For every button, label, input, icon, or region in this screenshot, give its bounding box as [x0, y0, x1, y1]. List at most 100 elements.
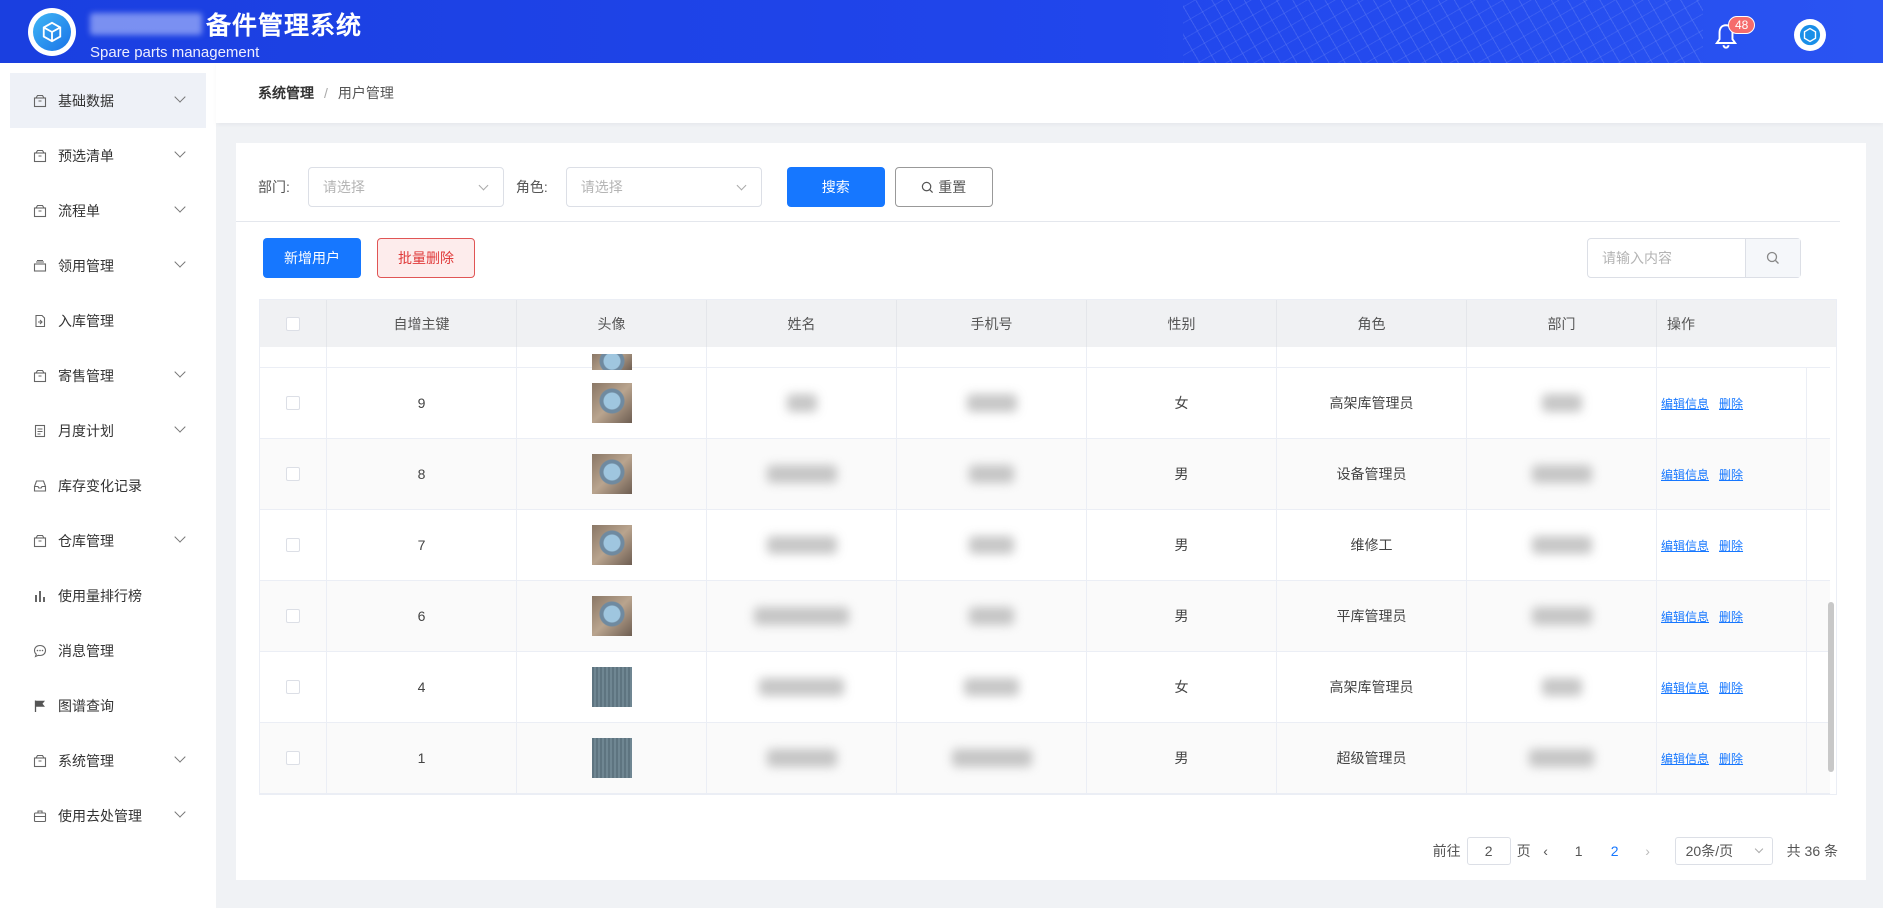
select-all-checkbox[interactable] — [286, 316, 300, 331]
delete-link[interactable]: 删除 — [1719, 466, 1743, 483]
batch-delete-label: 批量删除 — [398, 250, 454, 266]
briefcase-icon — [32, 808, 48, 824]
redacted-name — [766, 536, 837, 554]
edit-link[interactable]: 编辑信息 — [1661, 395, 1709, 412]
row-checkbox[interactable] — [286, 538, 300, 552]
edit-link[interactable]: 编辑信息 — [1661, 679, 1709, 696]
chevron-down-icon[interactable] — [174, 366, 186, 378]
row-checkbox[interactable] — [286, 680, 300, 694]
search-button[interactable]: 搜索 — [786, 167, 885, 207]
reset-button-label: 重置 — [938, 179, 967, 195]
table-search: 请输入内容 — [1587, 238, 1801, 278]
dept-cell — [1467, 652, 1657, 722]
dept-select[interactable]: 请选择 — [307, 167, 504, 207]
table-search-input[interactable]: 请输入内容 — [1588, 239, 1746, 277]
reset-button[interactable]: 重置 — [894, 167, 993, 207]
id-cell: 4 — [327, 652, 517, 722]
edit-link[interactable]: 编辑信息 — [1661, 608, 1709, 625]
sidebar: 基础数据预选清单流程单 领用管理 入库管理 寄售管理月度计划库存变化记录 仓库管理 使用量… — [0, 63, 216, 908]
chevron-down-icon[interactable] — [174, 531, 186, 543]
row-checkbox[interactable] — [286, 751, 300, 765]
box-icon — [32, 203, 48, 219]
redacted-department — [1541, 394, 1582, 412]
id-cell: 1 — [327, 723, 517, 793]
row-checkbox[interactable] — [286, 396, 300, 410]
table-header: 自增主键 头像 姓名 手机号 性别 角色 部门 操作 — [260, 300, 1836, 347]
delete-link[interactable]: 删除 — [1719, 608, 1743, 625]
batch-delete-button[interactable]: 批量删除 — [377, 238, 475, 278]
name-cell — [707, 723, 897, 793]
edit-link[interactable]: 编辑信息 — [1661, 466, 1709, 483]
chevron-down-icon[interactable] — [174, 256, 186, 268]
chevron-down-icon[interactable] — [174, 146, 186, 158]
chat-icon — [32, 643, 48, 659]
header-decoration — [1183, 0, 1703, 63]
gender-cell: 女 — [1087, 652, 1277, 722]
sidebar-item[interactable]: 库存变化记录 — [10, 458, 206, 513]
sidebar-item[interactable]: 流程单 — [10, 183, 206, 238]
row-checkbox[interactable] — [286, 467, 300, 481]
name-cell — [707, 368, 897, 438]
breadcrumb-parent[interactable]: 系统管理 — [258, 83, 314, 103]
page-size-select[interactable]: 20条/页 — [1674, 837, 1773, 865]
delete-link[interactable]: 删除 — [1719, 537, 1743, 554]
sidebar-item[interactable]: 月度计划 — [10, 403, 206, 458]
user-avatar[interactable] — [1794, 19, 1826, 51]
role-select[interactable]: 请选择 — [565, 167, 762, 207]
dept-cell — [1467, 581, 1657, 651]
user-avatar-image — [591, 383, 632, 423]
delete-link[interactable]: 删除 — [1719, 679, 1743, 696]
actions-cell: 编辑信息 删除 — [1657, 652, 1807, 722]
sidebar-item[interactable]: 使用去处管理 — [10, 788, 206, 843]
name-cell — [707, 510, 897, 580]
sidebar-item[interactable]: 预选清单 — [10, 128, 206, 183]
divider — [236, 221, 1840, 222]
redacted-department — [1531, 607, 1592, 625]
goto-page-input[interactable]: 2 — [1466, 837, 1511, 865]
chevron-down-icon[interactable] — [174, 751, 186, 763]
chevron-down-icon[interactable] — [174, 421, 186, 433]
app-title: 备件管理系统 — [206, 12, 363, 40]
sidebar-item[interactable]: 系统管理 — [10, 733, 206, 788]
sidebar-item-label: 月度计划 — [58, 422, 114, 439]
sidebar-item[interactable]: 图谱查询 — [10, 678, 206, 733]
redacted-name — [786, 394, 817, 412]
add-user-button[interactable]: 新增用户 — [263, 238, 361, 278]
sidebar-item-label: 系统管理 — [58, 752, 114, 769]
sidebar-item[interactable]: 领用管理 — [10, 238, 206, 293]
phone-cell — [897, 581, 1087, 651]
table-scrollbar[interactable] — [1828, 602, 1834, 772]
page-2[interactable]: 2 — [1597, 843, 1633, 859]
edit-link[interactable]: 编辑信息 — [1661, 750, 1709, 767]
sidebar-item[interactable]: 基础数据 — [10, 73, 206, 128]
row-checkbox[interactable] — [286, 609, 300, 623]
sidebar-item[interactable]: 寄售管理 — [10, 348, 206, 403]
sidebar-item[interactable]: 仓库管理 — [10, 513, 206, 568]
redacted-department — [1531, 465, 1592, 483]
table-row: 6 男平库管理员 编辑信息 删除 — [260, 581, 1830, 652]
chevron-down-icon[interactable] — [174, 201, 186, 213]
table-search-button[interactable] — [1746, 239, 1800, 277]
sidebar-item[interactable]: 使用量排行榜 — [10, 568, 206, 623]
edit-link[interactable]: 编辑信息 — [1661, 537, 1709, 554]
prev-page-icon[interactable]: ‹ — [1531, 843, 1561, 859]
redacted-company-name — [90, 13, 202, 35]
redacted-name — [766, 465, 837, 483]
filter-row: 部门: 请选择 角色: 请选择 搜索 重置 — [258, 167, 993, 207]
next-page-icon[interactable]: › — [1633, 843, 1663, 859]
sidebar-item[interactable]: 消息管理 — [10, 623, 206, 678]
table-cell — [260, 347, 327, 367]
dept-cell — [1467, 723, 1657, 793]
sidebar-item[interactable]: 入库管理 — [10, 293, 206, 348]
redacted-phone — [951, 749, 1032, 767]
sidebar-item-label: 预选清单 — [58, 147, 114, 164]
sidebar-item-label: 基础数据 — [58, 92, 114, 109]
redacted-phone — [969, 536, 1014, 554]
redacted-name — [754, 607, 849, 625]
chevron-down-icon[interactable] — [174, 806, 186, 818]
chevron-down-icon[interactable] — [174, 91, 186, 103]
delete-link[interactable]: 删除 — [1719, 750, 1743, 767]
delete-link[interactable]: 删除 — [1719, 395, 1743, 412]
page-1[interactable]: 1 — [1561, 843, 1597, 859]
column-header: 头像 — [517, 300, 707, 347]
